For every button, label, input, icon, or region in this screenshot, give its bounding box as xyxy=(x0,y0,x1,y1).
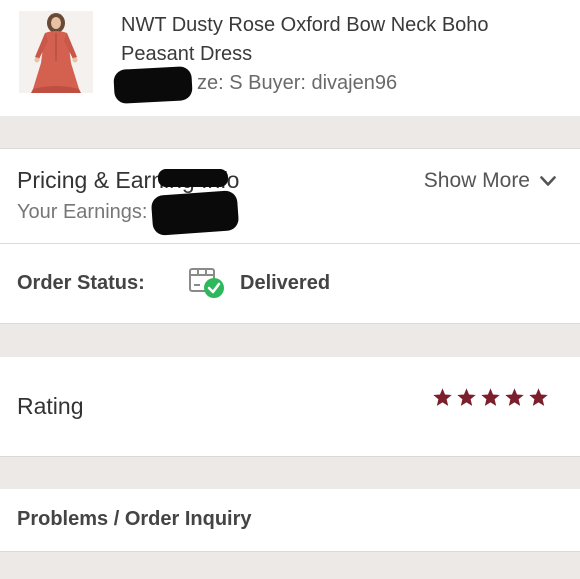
rating-section: Rating xyxy=(0,357,580,456)
pricing-earnings-section: Pricing & Earning Info Your Earnings: Sh… xyxy=(0,148,580,243)
size-buyer-text: ze: S Buyer: divajen96 xyxy=(197,72,398,94)
redaction-mark xyxy=(158,169,228,187)
order-status-label: Order Status: xyxy=(17,272,145,294)
rating-label: Rating xyxy=(17,393,84,419)
your-earnings-label: Your Earnings: xyxy=(17,201,148,223)
section-divider xyxy=(0,116,580,148)
section-divider xyxy=(0,323,580,357)
dress-image xyxy=(19,11,93,93)
problems-order-inquiry-row[interactable]: Problems / Order Inquiry xyxy=(0,489,580,551)
redaction-mark xyxy=(113,65,193,105)
order-status-section: Order Status: Delivered xyxy=(0,243,580,323)
item-thumbnail[interactable] xyxy=(19,11,93,93)
show-more-label: Show More xyxy=(423,169,530,192)
star-icon xyxy=(529,388,548,406)
star-icon xyxy=(505,388,524,406)
section-divider xyxy=(0,551,580,579)
star-icon xyxy=(481,388,500,406)
star-icon xyxy=(433,388,452,406)
rating-stars xyxy=(432,387,549,408)
order-item-summary[interactable]: NWT Dusty Rose Oxford Bow Neck Boho Peas… xyxy=(0,0,580,116)
order-status-value: Delivered xyxy=(240,272,331,294)
chevron-down-icon xyxy=(540,175,556,187)
show-more-button[interactable]: Show More xyxy=(424,169,556,193)
item-title[interactable]: NWT Dusty Rose Oxford Bow Neck Boho Peas… xyxy=(121,11,561,69)
problems-order-inquiry-label: Problems / Order Inquiry xyxy=(17,508,252,530)
redaction-mark xyxy=(150,190,240,236)
section-divider xyxy=(0,456,580,489)
package-delivered-icon xyxy=(188,264,228,300)
star-icon xyxy=(457,388,476,406)
